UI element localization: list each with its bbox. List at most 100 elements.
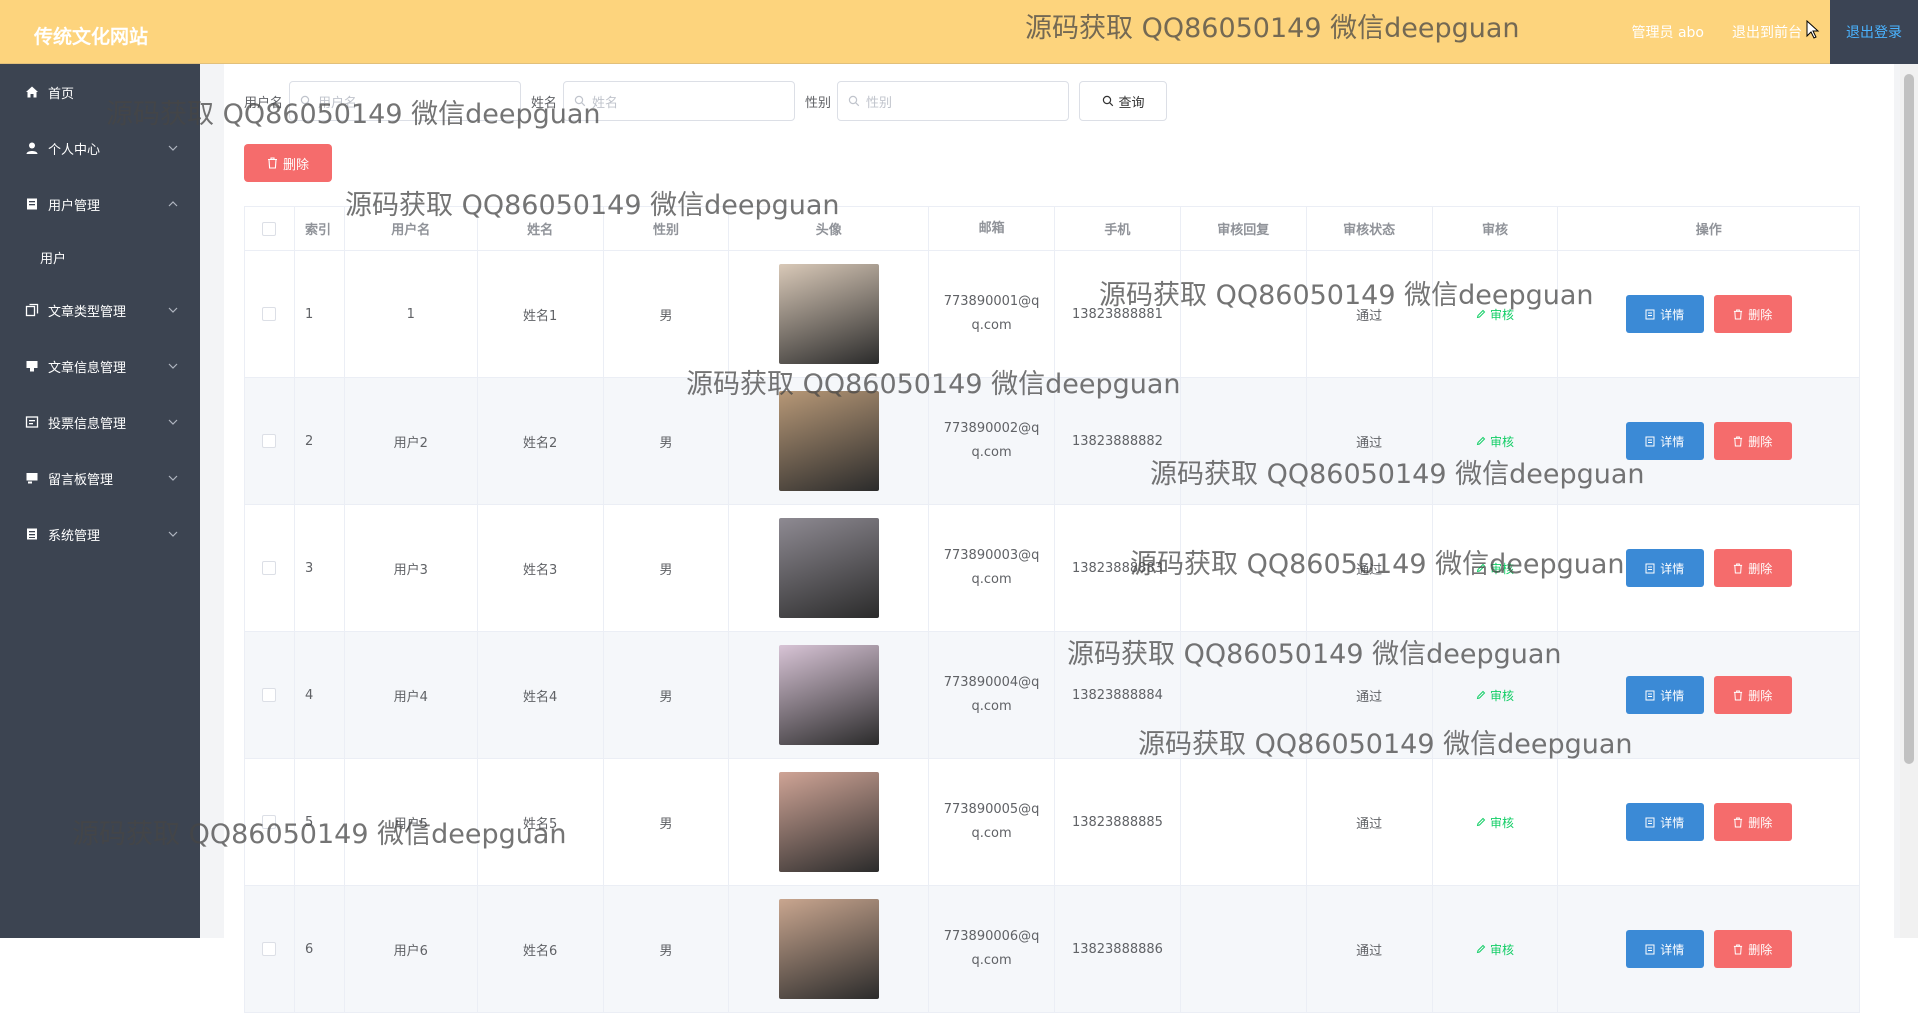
row-select-cell[interactable]: [245, 251, 295, 377]
row-checkbox[interactable]: [262, 561, 277, 575]
table-row: 4 用户4 姓名4 男 773890004@qq.com 13823888884 通过 审核 详…: [245, 631, 1859, 758]
row-select-cell[interactable]: [245, 632, 295, 758]
detail-button[interactable]: 详情: [1625, 930, 1704, 968]
select-all-cell[interactable]: [245, 207, 295, 250]
delete-button[interactable]: 删除: [1713, 549, 1792, 587]
cell-audit: 审核: [1433, 251, 1559, 377]
audit-label: 审核: [1489, 688, 1514, 703]
username-input[interactable]: 用户名: [289, 81, 522, 121]
cell-index: 1: [295, 251, 345, 377]
row-select-cell[interactable]: [245, 505, 295, 631]
logout-link[interactable]: 退出登录: [1830, 0, 1918, 64]
avatar-image[interactable]: [778, 264, 879, 364]
cell-phone: 13823888881: [1055, 251, 1181, 377]
cell-audit: 审核: [1433, 886, 1559, 1012]
sidebar-item-article-type[interactable]: 文章类型管理: [0, 282, 200, 338]
detail-button[interactable]: 详情: [1625, 422, 1704, 460]
query-button[interactable]: 查询: [1079, 81, 1168, 121]
document-icon: [1645, 944, 1655, 954]
cell-name: 姓名2: [478, 378, 604, 504]
sidebar-item-label: 首页: [48, 86, 75, 102]
row-checkbox[interactable]: [262, 942, 277, 956]
detail-button[interactable]: 详情: [1625, 549, 1704, 587]
cell-index: 2: [295, 378, 345, 504]
sidebar-subitem-user[interactable]: 用户: [0, 232, 200, 282]
row-checkbox[interactable]: [262, 434, 277, 448]
cell-reply: [1181, 251, 1307, 377]
chevron-down-icon: [168, 419, 178, 425]
avatar-image[interactable]: [778, 391, 879, 491]
audit-link[interactable]: 审核: [1476, 306, 1514, 323]
row-select-cell[interactable]: [245, 886, 295, 1012]
row-select-cell[interactable]: [245, 759, 295, 885]
audit-link[interactable]: 审核: [1476, 687, 1514, 704]
document-icon: [1645, 563, 1655, 573]
avatar-image[interactable]: [778, 518, 879, 618]
edit-icon: [1476, 944, 1486, 954]
cell-name: 姓名6: [478, 886, 604, 1012]
detail-button[interactable]: 详情: [1625, 803, 1704, 841]
mouse-cursor-icon: [1806, 20, 1820, 39]
sidebar-item-vote-info[interactable]: 投票信息管理: [0, 394, 200, 450]
scrollbar-thumb[interactable]: [1904, 74, 1914, 764]
username-label: 用户名: [244, 95, 284, 111]
cell-ops: 详情 删除: [1558, 632, 1859, 758]
row-select-cell[interactable]: [245, 378, 295, 504]
row-checkbox[interactable]: [262, 815, 277, 829]
site-brand: 传统文化网站: [34, 26, 149, 48]
trash-icon: [267, 157, 277, 169]
cell-status: 通过: [1307, 251, 1433, 377]
sidebar-item-personal-center[interactable]: 个人中心: [0, 120, 200, 176]
bulk-delete-label: 删除: [282, 157, 309, 173]
edit-icon: [1476, 309, 1486, 319]
audit-link[interactable]: 审核: [1476, 560, 1514, 577]
detail-button[interactable]: 详情: [1625, 676, 1704, 714]
table-row: 1 1 姓名1 男 773890001@qq.com 13823888881 通过 审核 详情删…: [245, 250, 1859, 377]
sidebar-item-message-board[interactable]: 留言板管理: [0, 450, 200, 506]
detail-button[interactable]: 详情: [1625, 295, 1704, 333]
sex-placeholder: 性别: [866, 95, 893, 111]
sidebar-item-article-info[interactable]: 文章信息管理: [0, 338, 200, 394]
delete-button[interactable]: 删除: [1713, 295, 1792, 333]
cell-audit: 审核: [1433, 505, 1559, 631]
cell-name: 姓名5: [478, 759, 604, 885]
row-checkbox[interactable]: [262, 307, 277, 321]
avatar-image[interactable]: [778, 899, 879, 999]
select-all-checkbox[interactable]: [262, 221, 277, 236]
name-input[interactable]: 姓名: [563, 81, 796, 121]
users-icon: [24, 196, 40, 212]
cell-email: 773890005@qq.com: [929, 759, 1056, 885]
sidebar-item-user-management[interactable]: 用户管理: [0, 176, 200, 232]
sidebar-item-home[interactable]: 首页: [0, 64, 200, 120]
audit-label: 审核: [1489, 307, 1514, 322]
back-to-front-link[interactable]: 退出到前台: [1732, 22, 1802, 42]
cell-username: 用户6: [345, 886, 478, 1012]
delete-button[interactable]: 删除: [1713, 422, 1792, 460]
audit-link[interactable]: 审核: [1476, 814, 1514, 831]
cell-avatar: [729, 378, 930, 504]
delete-button[interactable]: 删除: [1713, 803, 1792, 841]
col-audit: 审核: [1433, 207, 1559, 250]
cell-sex: 男: [604, 505, 730, 631]
avatar-image[interactable]: [778, 772, 879, 872]
cell-username: 用户2: [345, 378, 478, 504]
row-checkbox[interactable]: [262, 688, 277, 702]
sex-input[interactable]: 性别: [837, 81, 1070, 121]
sidebar-item-system[interactable]: 系统管理: [0, 506, 200, 562]
audit-link[interactable]: 审核: [1476, 941, 1514, 958]
delete-button[interactable]: 删除: [1713, 930, 1792, 968]
search-icon: [574, 95, 586, 107]
document-icon: [1645, 309, 1655, 319]
cell-status: 通过: [1307, 632, 1433, 758]
chevron-down-icon: [168, 363, 178, 369]
trash-icon: [1734, 435, 1743, 447]
delete-button[interactable]: 删除: [1713, 676, 1792, 714]
cell-status: 通过: [1307, 886, 1433, 1012]
cell-username: 1: [345, 251, 478, 377]
page-scrollbar[interactable]: [1900, 64, 1918, 938]
audit-link[interactable]: 审核: [1476, 433, 1514, 450]
bulk-delete-button[interactable]: 删除: [244, 144, 332, 182]
cell-reply: [1181, 759, 1307, 885]
avatar-image[interactable]: [778, 645, 879, 745]
query-label: 查询: [1118, 95, 1145, 111]
